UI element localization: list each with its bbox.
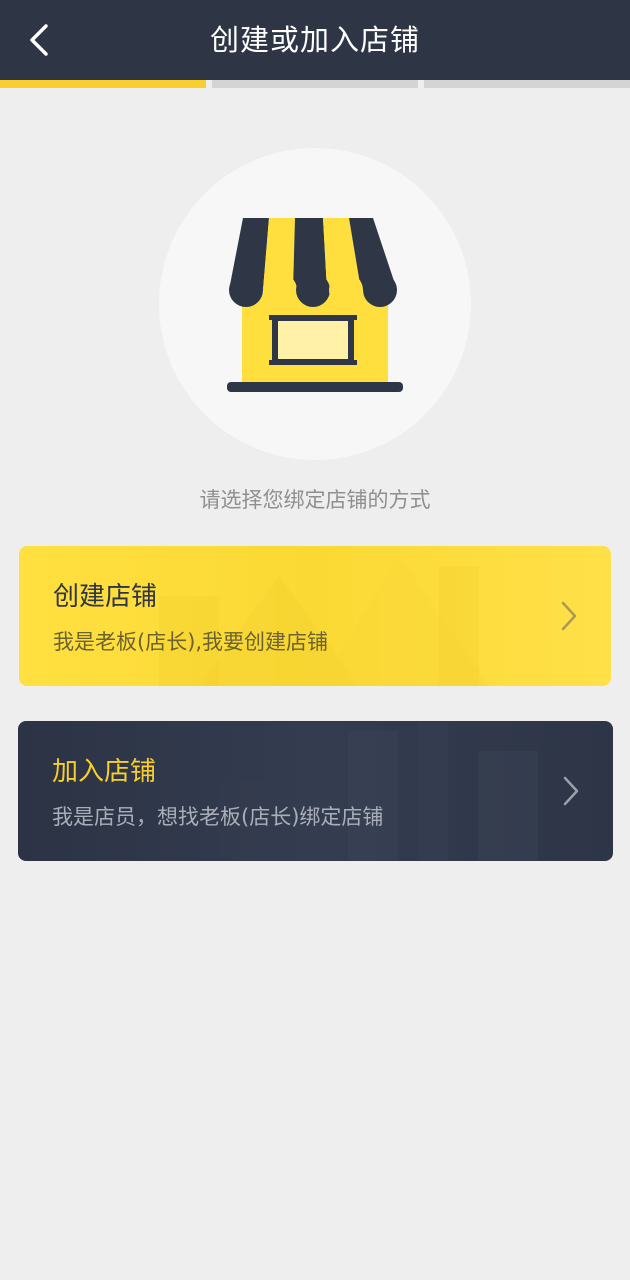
step-indicator-1	[0, 80, 206, 88]
progress-steps	[0, 80, 630, 88]
create-shop-card[interactable]: 创建店铺 我是老板(店长),我要创建店铺	[19, 546, 611, 686]
card-background-pattern	[159, 556, 489, 686]
hero-circle	[159, 148, 471, 460]
card-background-pattern	[218, 721, 538, 861]
card-title: 加入店铺	[52, 757, 157, 787]
step-indicator-3	[424, 80, 630, 88]
card-subtitle: 我是老板(店长),我要创建店铺	[53, 630, 329, 654]
top-bar: 创建或加入店铺	[0, 0, 630, 80]
storefront-icon	[227, 218, 403, 392]
chevron-right-icon	[563, 776, 579, 806]
join-shop-card[interactable]: 加入店铺 我是店员，想找老板(店长)绑定店铺	[18, 721, 613, 861]
card-subtitle: 我是店员，想找老板(店长)绑定店铺	[52, 805, 384, 829]
page-title: 创建或加入店铺	[209, 23, 420, 57]
selection-prompt: 请选择您绑定店铺的方式	[199, 488, 431, 512]
step-indicator-2	[212, 80, 418, 88]
card-title: 创建店铺	[53, 582, 158, 612]
chevron-right-icon	[561, 601, 577, 631]
